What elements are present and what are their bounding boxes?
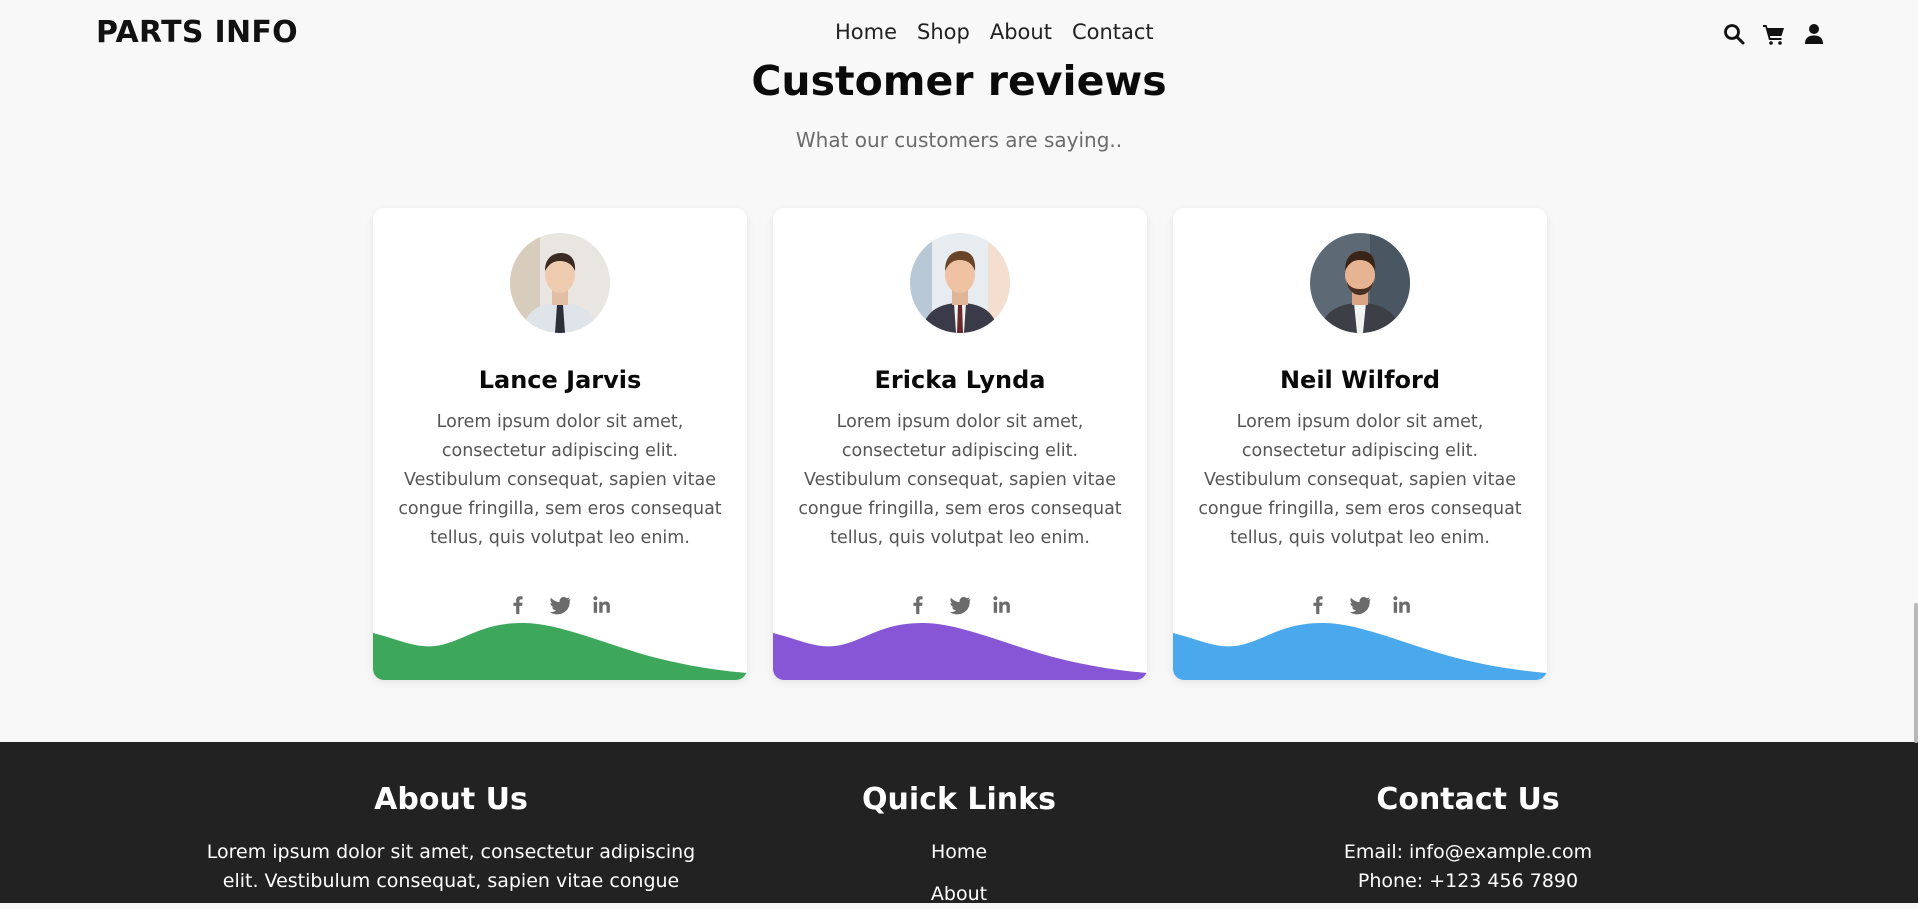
review-card: Lance Jarvis Lorem ipsum dolor sit amet,… xyxy=(373,208,747,680)
main-nav: Home Shop About Contact xyxy=(835,20,1154,44)
review-text: Lorem ipsum dolor sit amet, consectetur … xyxy=(1198,412,1522,548)
site-footer: About Us Lorem ipsum dolor sit amet, con… xyxy=(0,742,1918,905)
twitter-icon[interactable] xyxy=(1349,594,1371,616)
footer-about-text: Lorem ipsum dolor sit amet, consectetur … xyxy=(206,841,696,892)
review-text: Lorem ipsum dolor sit amet, consectetur … xyxy=(398,412,722,548)
social-links xyxy=(373,594,747,616)
social-links xyxy=(773,594,1147,616)
reviewer-name: Lance Jarvis xyxy=(478,366,642,394)
decorative-wave xyxy=(773,622,1147,680)
footer-link-about[interactable]: About xyxy=(759,880,1159,909)
reviewer-name: Neil Wilford xyxy=(1279,366,1441,394)
social-links xyxy=(1173,594,1547,616)
nav-shop[interactable]: Shop xyxy=(917,20,970,44)
facebook-icon[interactable] xyxy=(1307,594,1329,616)
contact-email: Email: info@example.com xyxy=(1343,841,1593,863)
review-card: Neil Wilford Lorem ipsum dolor sit amet,… xyxy=(1173,208,1547,680)
footer-contact-title: Contact Us xyxy=(1376,782,1560,817)
linkedin-icon[interactable] xyxy=(1391,594,1413,616)
twitter-icon[interactable] xyxy=(949,594,971,616)
reviews-subtitle: What our customers are saying.. xyxy=(795,128,1123,152)
linkedin-icon[interactable] xyxy=(991,594,1013,616)
search-icon[interactable] xyxy=(1722,22,1746,46)
nav-home[interactable]: Home xyxy=(835,20,897,44)
contact-phone: Phone: +123 456 7890 xyxy=(1357,870,1579,892)
reviews-title: Customer reviews xyxy=(751,57,1167,105)
decorative-wave xyxy=(373,622,747,680)
linkedin-icon[interactable] xyxy=(591,594,613,616)
facebook-icon[interactable] xyxy=(507,594,529,616)
footer-link-home[interactable]: Home xyxy=(759,838,1159,867)
site-logo[interactable]: PARTS INFO xyxy=(96,15,298,50)
twitter-icon[interactable] xyxy=(549,594,571,616)
reviewer-name: Ericka Lynda xyxy=(874,366,1046,394)
avatar xyxy=(510,233,610,333)
review-card: Ericka Lynda Lorem ipsum dolor sit amet,… xyxy=(773,208,1147,680)
user-icon[interactable] xyxy=(1802,22,1826,46)
footer-about-title: About Us xyxy=(374,782,528,817)
nav-contact[interactable]: Contact xyxy=(1072,20,1154,44)
footer-links-title: Quick Links xyxy=(862,782,1056,817)
page-scrollbar[interactable] xyxy=(1914,603,1918,743)
footer-links-list: Home About xyxy=(759,838,1159,909)
header-icons xyxy=(1722,22,1826,46)
avatar xyxy=(1310,233,1410,333)
review-text: Lorem ipsum dolor sit amet, consectetur … xyxy=(798,412,1122,548)
nav-about[interactable]: About xyxy=(990,20,1052,44)
avatar xyxy=(910,233,1010,333)
facebook-icon[interactable] xyxy=(907,594,929,616)
cart-icon[interactable] xyxy=(1762,22,1786,46)
decorative-wave xyxy=(1173,622,1547,680)
footer-contact-info: Email: info@example.com Phone: +123 456 … xyxy=(1268,838,1668,896)
